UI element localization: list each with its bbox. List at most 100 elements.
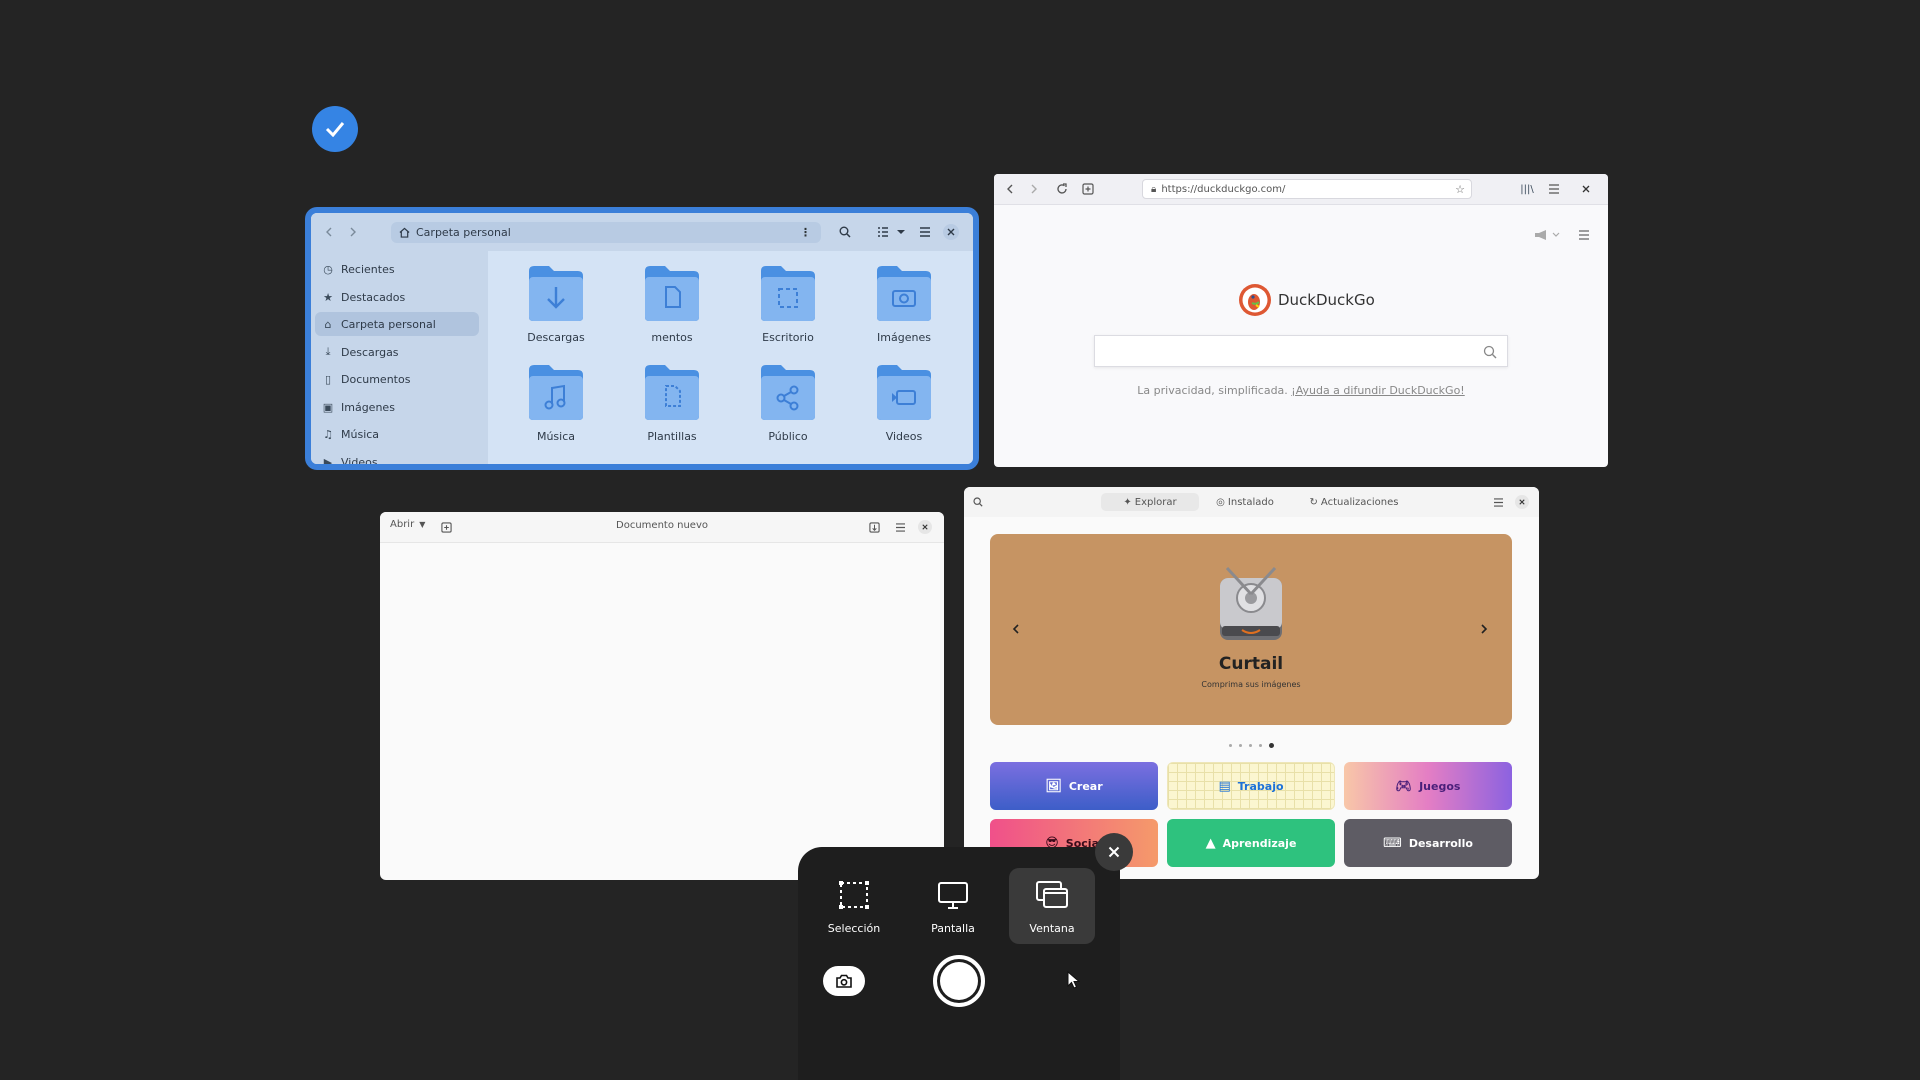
files-window[interactable]: Carpeta personal ⋮ ◷ Recientes ★ Destacado…	[305, 207, 979, 470]
folder-plantillas[interactable]: Plantillas	[622, 362, 722, 452]
banner-next-button[interactable]	[1476, 620, 1492, 638]
close-button[interactable]	[918, 520, 932, 534]
folder-videos[interactable]: Videos	[854, 362, 954, 452]
bookmark-star-icon[interactable]: ☆	[1455, 183, 1465, 196]
screenshot-panel: Selección Pantalla Ventana	[798, 847, 1120, 1080]
desktop-folder-icon	[761, 266, 815, 321]
search-button[interactable]	[835, 222, 855, 242]
featured-banner[interactable]: Curtail Comprima sus imágenes	[990, 534, 1512, 725]
sidebar-item-documentos[interactable]: ▯ Documentos	[315, 367, 479, 391]
reload-button[interactable]	[1052, 179, 1072, 199]
folder-label: Público	[768, 430, 808, 443]
software-menu-button[interactable]	[1490, 494, 1506, 510]
document-folder-icon	[645, 266, 699, 321]
video-folder-icon	[877, 365, 931, 420]
text-area[interactable]	[380, 543, 944, 880]
forward-button[interactable]	[1024, 179, 1044, 199]
back-button[interactable]	[319, 222, 339, 242]
category-label: Crear	[1068, 779, 1103, 793]
back-button[interactable]	[1000, 179, 1020, 199]
view-toggle-button[interactable]	[875, 222, 909, 242]
folder-label: Descargas	[527, 331, 585, 344]
mode-window[interactable]: Ventana	[1009, 868, 1095, 944]
close-button[interactable]	[1515, 495, 1529, 509]
banner-prev-button[interactable]	[1008, 620, 1024, 638]
folder-imagenes[interactable]: Imágenes	[854, 263, 954, 353]
explore-icon: ✦	[1123, 496, 1132, 508]
sidebar-item-descargas[interactable]: ⤓ Descargas	[315, 340, 479, 364]
sidebar-item-videos[interactable]: ▶ Videos	[315, 450, 479, 465]
curtail-app-icon	[1220, 566, 1282, 640]
folder-publico[interactable]: Público	[738, 362, 838, 452]
path-menu-icon[interactable]: ⋮	[800, 226, 811, 239]
folder-documentos[interactable]: mentos	[622, 263, 722, 353]
carousel-dot[interactable]	[1259, 744, 1262, 747]
text-editor-window[interactable]: Abrir ▼ Documento nuevo	[380, 512, 944, 880]
category-trabajo[interactable]: ▤ Trabajo	[1167, 762, 1335, 810]
star-icon: ★	[323, 290, 333, 304]
forward-button[interactable]	[343, 222, 363, 242]
category-aprendizaje[interactable]: ▲ Aprendizaje	[1167, 819, 1335, 867]
screenshot-toggle[interactable]	[823, 966, 865, 996]
close-button[interactable]	[943, 224, 959, 240]
carousel-dot[interactable]	[1229, 744, 1232, 747]
chevron-right-icon	[1031, 184, 1037, 194]
folder-descargas[interactable]: Descargas	[506, 263, 606, 353]
search-icon	[973, 497, 983, 507]
folder-escritorio[interactable]: Escritorio	[738, 263, 838, 353]
sidebar-item-musica[interactable]: ♫ Música	[315, 422, 479, 446]
search-input[interactable]	[1094, 335, 1508, 367]
hamburger-icon	[1549, 184, 1559, 194]
sidebar-item-carpeta-personal[interactable]: ⌂ Carpeta personal	[315, 312, 479, 336]
search-button[interactable]	[970, 494, 986, 510]
url-text: https://duckduckgo.com/	[1161, 183, 1286, 195]
browser-menu-button[interactable]	[1544, 179, 1564, 199]
category-crear[interactable]: 🖼︎ Crear	[990, 762, 1158, 810]
carousel-dot-active[interactable]	[1269, 743, 1274, 748]
sidebar-item-recientes[interactable]: ◷ Recientes	[315, 257, 479, 281]
tab-explorar[interactable]: ✦ Explorar	[1101, 493, 1199, 511]
capture-button[interactable]	[933, 955, 985, 1007]
hamburger-icon	[1493, 497, 1503, 507]
search-icon	[1483, 345, 1497, 359]
announcement-dropdown[interactable]	[1530, 228, 1566, 242]
path-bar[interactable]: Carpeta personal ⋮	[391, 222, 821, 243]
download-folder-icon	[529, 266, 583, 321]
ddg-menu-button[interactable]	[1576, 228, 1592, 242]
mode-label: Ventana	[1029, 922, 1075, 935]
carousel-dot[interactable]	[1249, 744, 1252, 747]
software-window[interactable]: ✦Explorar ◎Instalado ↻Actualizaciones	[964, 487, 1539, 879]
template-folder-icon	[645, 365, 699, 420]
tagline: La privacidad, simplificada. ¡Ayuda a di…	[994, 384, 1608, 397]
mode-selection[interactable]: Selección	[811, 868, 897, 944]
tab-label: Actualizaciones	[1320, 496, 1399, 508]
pointer-icon	[1067, 971, 1080, 989]
new-tab-button[interactable]	[1078, 179, 1098, 199]
folder-musica[interactable]: Música	[506, 362, 606, 452]
editor-menu-button[interactable]	[892, 519, 908, 535]
close-screenshot-button[interactable]	[1095, 833, 1133, 871]
window-selected-check	[312, 106, 358, 152]
save-button[interactable]	[866, 519, 882, 535]
show-pointer-toggle[interactable]	[1066, 971, 1086, 991]
mode-screen[interactable]: Pantalla	[910, 868, 996, 944]
browser-window[interactable]: 🔒︎ https://duckduckgo.com/ ☆ |||\ DuckDu…	[994, 174, 1608, 467]
mode-label: Selección	[827, 922, 881, 935]
banner-subtitle: Comprima sus imágenes	[1201, 680, 1301, 689]
sidebar-item-imagenes[interactable]: ▣ Imágenes	[315, 395, 479, 419]
clock-icon: ◷	[323, 262, 333, 276]
sidebar-item-destacados[interactable]: ★ Destacados	[315, 285, 479, 309]
checkmark-icon	[325, 122, 345, 137]
tab-instalado[interactable]: ◎ Instalado	[1210, 493, 1280, 511]
spread-link[interactable]: ¡Ayuda a difundir DuckDuckGo!	[1291, 384, 1464, 397]
tab-actualizaciones[interactable]: ↻ Actualizaciones	[1306, 493, 1402, 511]
files-grid: Descargas mentos Escritorio Imágenes Mús…	[488, 251, 973, 464]
category-juegos[interactable]: 🎮︎ Juegos	[1344, 762, 1512, 810]
library-button[interactable]: |||\	[1516, 179, 1538, 199]
menu-button[interactable]	[915, 222, 935, 242]
sidebar-item-label: Destacados	[341, 290, 406, 304]
url-bar[interactable]: 🔒︎ https://duckduckgo.com/ ☆	[1142, 179, 1472, 199]
close-button[interactable]	[1576, 179, 1596, 199]
category-desarrollo[interactable]: ⌨︎ Desarrollo	[1344, 819, 1512, 867]
carousel-dot[interactable]	[1239, 744, 1242, 747]
